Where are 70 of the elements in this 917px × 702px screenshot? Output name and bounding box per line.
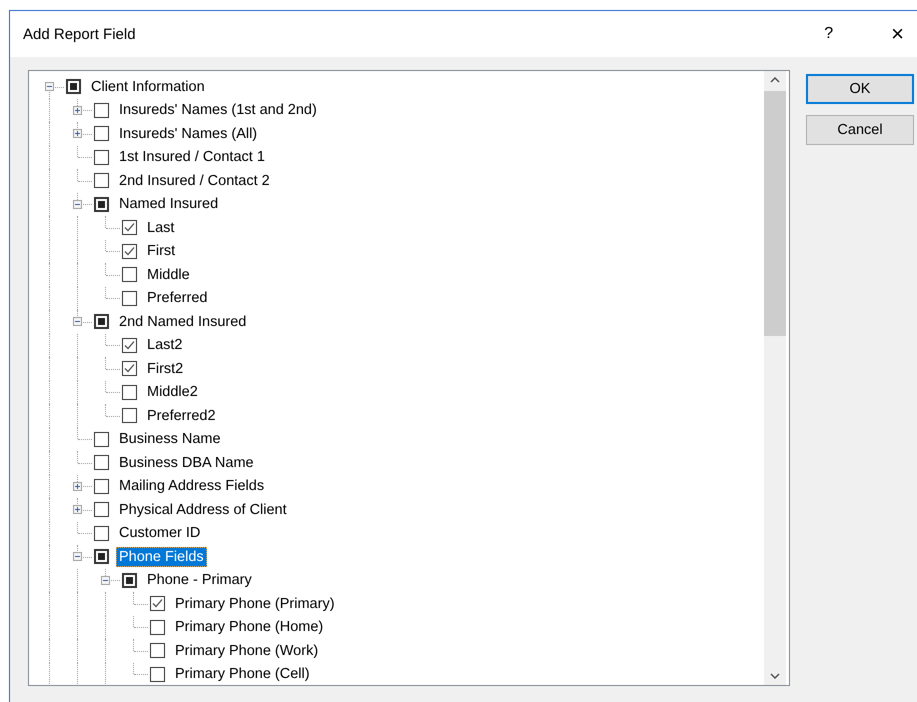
checkbox[interactable] xyxy=(94,102,109,118)
tree-item[interactable]: Phone Fields xyxy=(116,546,207,567)
checkbox[interactable] xyxy=(122,244,137,259)
tree-item[interactable]: 2nd Insured / Contact 2 xyxy=(116,170,273,191)
tree-item[interactable]: Middle xyxy=(144,264,193,285)
checkbox[interactable] xyxy=(122,384,137,400)
tree-item[interactable]: Client Information xyxy=(88,76,208,97)
tree-item[interactable]: Insureds' Names (1st and 2nd) xyxy=(116,100,320,120)
checkbox[interactable] xyxy=(94,502,109,518)
close-button[interactable]: × xyxy=(891,21,904,47)
plus-box-icon[interactable] xyxy=(73,106,82,115)
tree-item[interactable]: Last xyxy=(144,218,178,238)
tree-item[interactable]: 2nd Named Insured xyxy=(116,312,250,332)
tree-item[interactable]: First2 xyxy=(144,358,186,379)
tree-item[interactable]: Middle2 xyxy=(144,382,201,402)
minus-box-icon[interactable] xyxy=(45,82,54,92)
tree-item[interactable]: First xyxy=(144,241,178,262)
tree-item[interactable]: Physical Address of Client xyxy=(116,500,290,520)
checkbox[interactable] xyxy=(94,549,109,564)
minus-box-icon[interactable] xyxy=(101,576,110,585)
dialog-button[interactable]: OK xyxy=(806,74,914,104)
minus-box-icon[interactable] xyxy=(73,200,82,209)
plus-box-icon[interactable] xyxy=(73,129,82,138)
scroll-up-icon[interactable] xyxy=(770,77,780,83)
checkbox[interactable] xyxy=(94,455,109,470)
tree-item[interactable]: Business Name xyxy=(116,429,224,450)
plus-box-icon[interactable] xyxy=(73,505,82,514)
checkbox[interactable] xyxy=(94,196,109,212)
tree-item[interactable]: Primary Phone (Cell) xyxy=(172,664,313,684)
tree-item[interactable]: Phone - Primary xyxy=(144,570,255,590)
tree-item[interactable]: Primary Phone (Home) xyxy=(172,617,326,638)
checkbox[interactable] xyxy=(122,338,137,353)
minus-box-icon[interactable] xyxy=(73,552,82,562)
checkbox[interactable] xyxy=(122,361,137,376)
plus-box-icon[interactable] xyxy=(73,482,82,491)
tree-item[interactable]: 1st Insured / Contact 1 xyxy=(116,147,268,168)
help-button[interactable]: ? xyxy=(824,25,834,43)
checkbox[interactable] xyxy=(94,432,109,447)
scroll-down-icon[interactable] xyxy=(770,673,780,679)
checkbox[interactable] xyxy=(122,290,137,306)
tree-item[interactable]: Insureds' Names (All) xyxy=(116,124,260,144)
checkbox[interactable] xyxy=(94,314,109,330)
tree-item[interactable]: Primary Phone (Work) xyxy=(172,640,322,661)
tree-item[interactable]: Business DBA Name xyxy=(116,452,257,473)
checkbox[interactable] xyxy=(150,620,165,635)
tree-item[interactable]: Mailing Address Fields xyxy=(116,476,268,496)
tree-item[interactable]: Preferred2 xyxy=(144,406,219,426)
tree-item[interactable]: Named Insured xyxy=(116,194,222,214)
scroll-thumb[interactable] xyxy=(764,91,786,336)
dialog-button[interactable]: Cancel xyxy=(806,115,914,145)
tree-item[interactable]: Customer ID xyxy=(116,523,204,544)
checkbox[interactable] xyxy=(94,526,109,541)
checkbox[interactable] xyxy=(122,267,137,282)
checkbox[interactable] xyxy=(122,408,137,424)
checkbox[interactable] xyxy=(66,79,81,94)
checkbox[interactable] xyxy=(150,643,165,658)
checkbox[interactable] xyxy=(94,478,109,494)
minus-box-icon[interactable] xyxy=(73,317,82,326)
scrollbar[interactable] xyxy=(764,71,786,685)
tree-item[interactable]: Primary Phone (Primary) xyxy=(172,594,338,614)
tree-item[interactable]: Preferred xyxy=(144,288,210,308)
checkbox[interactable] xyxy=(122,572,137,588)
checkbox[interactable] xyxy=(94,173,109,188)
checkbox[interactable] xyxy=(94,150,109,165)
checkbox[interactable] xyxy=(150,666,165,682)
checkbox[interactable] xyxy=(150,596,165,612)
window-title: Add Report Field xyxy=(23,26,137,42)
checkbox[interactable] xyxy=(94,126,109,142)
tree-item[interactable]: Last2 xyxy=(144,335,186,356)
checkbox[interactable] xyxy=(122,220,137,236)
